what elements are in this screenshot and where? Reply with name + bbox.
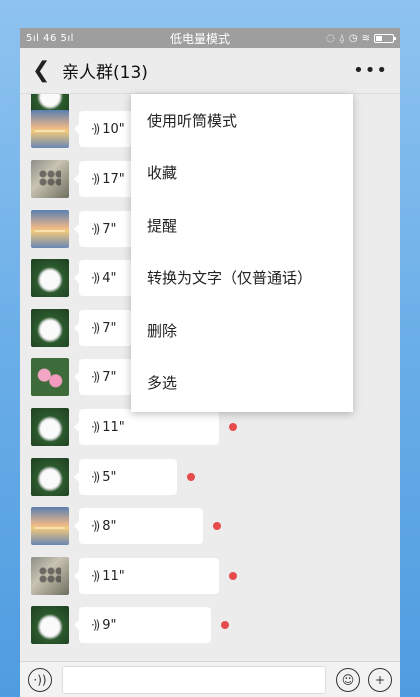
voice-message-bubble[interactable]: ·)) 7" [74, 211, 135, 247]
nfc-icon: ◌ [326, 32, 335, 44]
voice-wave-icon: ·)) [91, 222, 100, 236]
emoji-icon[interactable]: ☺ [336, 667, 360, 692]
unread-dot [187, 473, 195, 481]
more-dots-icon[interactable]: ••• [353, 60, 388, 81]
voice-wave-icon: ·)) [91, 321, 100, 335]
menu-item-remind[interactable]: 提醒 [131, 199, 353, 252]
status-icons: ◌ ⍙ ◷ ≋ [326, 32, 396, 44]
avatar[interactable] [31, 507, 69, 545]
avatar[interactable] [31, 259, 69, 297]
voice-wave-icon: ·)) [91, 569, 100, 583]
voice-message-bubble[interactable]: ·)) 11" [74, 409, 219, 445]
voice-message-bubble[interactable]: ·)) 9" [74, 607, 211, 643]
voice-duration: 5" [102, 469, 117, 485]
avatar[interactable] [31, 606, 69, 644]
voice-message-bubble[interactable]: ·)) 7" [74, 310, 135, 346]
voice-duration: 11" [102, 419, 125, 435]
voice-toggle-icon[interactable]: ·)) [28, 667, 52, 692]
avatar[interactable] [31, 557, 69, 595]
status-bar: 5ıl 46 5ıl 低电量模式 ◌ ⍙ ◷ ≋ [20, 28, 400, 48]
low-power-mode-label: 低电量模式 [170, 31, 231, 46]
avatar[interactable] [31, 110, 69, 148]
avatar[interactable] [31, 358, 69, 396]
voice-wave-icon: ·)) [91, 420, 100, 434]
menu-item-delete[interactable]: 删除 [131, 304, 353, 357]
chat-title: 亲人群(13) [62, 63, 148, 83]
voice-message-bubble[interactable]: ·)) 5" [74, 459, 177, 495]
message-row: ·)) 10" [31, 110, 141, 148]
message-row: ·)) 5" [31, 458, 195, 496]
voice-message-bubble[interactable]: ·)) 4" [74, 260, 135, 296]
avatar[interactable] [31, 160, 69, 198]
message-row: ·)) 7" [31, 210, 135, 248]
message-row: ·)) 7" [31, 358, 135, 396]
voice-wave-icon: ·)) [91, 122, 100, 136]
message-row: ·)) 4" [31, 259, 135, 297]
voice-message-bubble[interactable]: ·)) 7" [74, 359, 135, 395]
voice-duration: 8" [102, 518, 117, 534]
voice-duration: 7" [102, 320, 117, 336]
voice-duration: 7" [102, 369, 117, 385]
voice-duration: 17" [102, 171, 125, 187]
voice-message-bubble[interactable]: ·)) 8" [74, 508, 203, 544]
unread-dot [229, 572, 237, 580]
message-row: ·)) 11" [31, 408, 237, 446]
battery-icon [373, 33, 396, 43]
unread-dot [221, 621, 229, 629]
alarm-icon: ⍙ [338, 32, 345, 44]
message-row: ·)) 7" [31, 309, 135, 347]
signal-indicators: 5ıl 46 5ıl [26, 32, 74, 44]
voice-duration: 9" [102, 617, 117, 633]
voice-wave-icon: ·)) [91, 470, 100, 484]
input-bar: ·)) ☺ + [20, 661, 400, 697]
chat-header: ❮ 亲人群(13) ••• [20, 48, 400, 94]
voice-duration: 4" [102, 270, 117, 286]
voice-duration: 10" [102, 121, 125, 137]
avatar[interactable] [31, 309, 69, 347]
menu-item-convert-to-text[interactable]: 转换为文字（仅普通话） [131, 252, 353, 305]
wifi-icon: ≋ [361, 32, 370, 44]
voice-wave-icon: ·)) [91, 271, 100, 285]
menu-item-multi-select[interactable]: 多选 [131, 357, 353, 410]
voice-message-bubble[interactable]: ·)) 11" [74, 558, 219, 594]
menu-item-favorite[interactable]: 收藏 [131, 147, 353, 200]
avatar[interactable] [31, 210, 69, 248]
avatar[interactable] [31, 458, 69, 496]
clock-icon: ◷ [348, 32, 358, 44]
message-row: ·)) 11" [31, 557, 237, 595]
message-row: ·)) 8" [31, 507, 221, 545]
voice-wave-icon: ·)) [91, 370, 100, 384]
menu-item-earpiece-mode[interactable]: 使用听筒模式 [131, 94, 353, 147]
voice-wave-icon: ·)) [91, 519, 100, 533]
voice-wave-icon: ·)) [91, 172, 100, 186]
voice-wave-icon: ·)) [91, 618, 100, 632]
context-menu: 使用听筒模式 收藏 提醒 转换为文字（仅普通话） 删除 多选 [131, 94, 353, 412]
voice-duration: 11" [102, 568, 125, 584]
chevron-left-icon[interactable]: ❮ [32, 59, 54, 82]
message-input[interactable] [62, 665, 326, 694]
voice-duration: 7" [102, 221, 117, 237]
unread-dot [213, 522, 221, 530]
plus-icon[interactable]: + [368, 667, 392, 692]
message-row: ·)) 9" [31, 606, 229, 644]
phone-screen: 5ıl 46 5ıl 低电量模式 ◌ ⍙ ◷ ≋ ❮ 亲人群(13) ••• ·… [20, 28, 400, 697]
unread-dot [229, 423, 237, 431]
avatar[interactable] [31, 408, 69, 446]
